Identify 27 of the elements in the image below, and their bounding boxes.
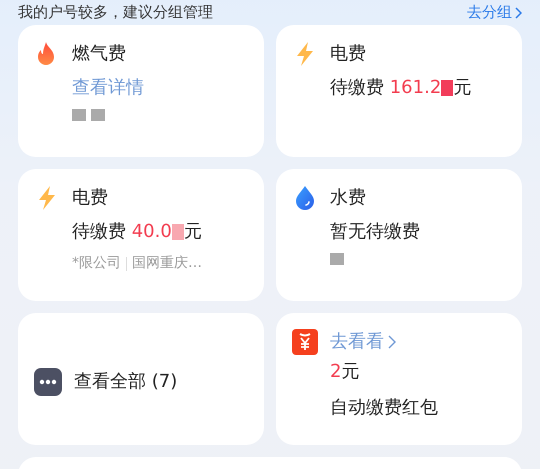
more-icon xyxy=(34,368,62,396)
account-note: 国网重庆… xyxy=(132,254,202,273)
bill-title: 电费 xyxy=(330,42,367,66)
bill-title: 电费 xyxy=(72,186,109,210)
hint-text: 我的户号较多，建议分组管理 xyxy=(18,2,213,24)
redaction-mark xyxy=(330,253,344,265)
bill-card[interactable]: 电费 待缴费 40.0 元 *限公司 国网重庆… xyxy=(18,169,264,301)
promo-title: 自动缴费红包 xyxy=(330,396,438,420)
redaction-mark xyxy=(72,109,86,121)
view-all-text: 查看全部 (7) xyxy=(74,370,178,394)
redaction-mark xyxy=(91,109,105,121)
bonus-amount: 2元 xyxy=(330,360,360,384)
group-link[interactable]: 去分组 xyxy=(467,1,522,24)
amount-due-text: 待缴费 40.0 元 xyxy=(72,220,202,244)
promo-card[interactable]: 去看看 2元 自动缴费红包 xyxy=(276,313,522,445)
chevron-icon xyxy=(514,6,522,18)
bill-title: 水费 xyxy=(330,186,367,210)
account-note: *限公司 xyxy=(72,254,121,273)
bill-card[interactable]: 电费 待缴费 161.2 元 xyxy=(276,25,522,157)
view-all-card[interactable]: 查看全部 (7) xyxy=(18,313,264,445)
yuan-envelope-icon xyxy=(292,329,318,355)
amount-due-text: 待缴费 161.2 元 xyxy=(330,76,472,100)
bill-card[interactable]: 水费 暂无待缴费 xyxy=(276,169,522,301)
bill-card[interactable]: 燃气费 查看详情 xyxy=(18,25,264,157)
bill-title: 燃气费 xyxy=(72,42,127,66)
chevron-icon xyxy=(388,335,396,349)
status-text: 暂无待缴费 xyxy=(330,220,420,244)
